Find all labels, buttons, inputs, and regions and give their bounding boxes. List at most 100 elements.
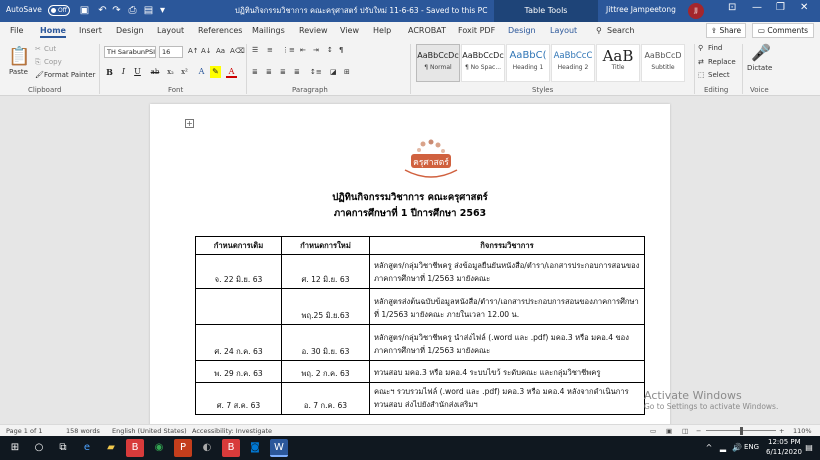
edge-icon[interactable]: e: [78, 439, 96, 457]
avatar[interactable]: JJ: [688, 3, 704, 19]
line-spacing-icon[interactable]: ↕≡: [310, 68, 322, 76]
font-size-combo[interactable]: 16: [159, 46, 183, 58]
user-name[interactable]: Jittree Jampeetong: [606, 5, 676, 14]
activity-cell[interactable]: หลักสูตร/กลุ่มวิชาชีพครู นำส่งไฟล์ (.wor…: [369, 324, 645, 361]
tab-acrobat[interactable]: ACROBAT: [408, 24, 446, 38]
select-icon[interactable]: ⬚: [698, 71, 705, 79]
replace-icon[interactable]: ⇄: [698, 58, 704, 66]
share-button[interactable]: ⇪ Share: [706, 23, 746, 38]
replace-button[interactable]: Replace: [708, 58, 736, 66]
read-mode-icon[interactable]: ▭: [650, 427, 656, 435]
cut-label[interactable]: Cut: [44, 45, 56, 53]
find-button[interactable]: Find: [708, 44, 722, 52]
old-date-cell[interactable]: จ. 22 มิ.ย. 63: [195, 254, 282, 289]
shrink-font-icon[interactable]: A↓: [201, 47, 212, 55]
new-date-cell[interactable]: ศ. 12 มิ.ย. 63: [281, 254, 370, 289]
word-count[interactable]: 158 words: [66, 427, 100, 435]
align-center-icon[interactable]: ≣: [266, 68, 272, 76]
align-right-icon[interactable]: ≣: [280, 68, 286, 76]
clock-time[interactable]: 12:05 PM: [768, 438, 801, 446]
accessibility-status[interactable]: Accessibility: Investigate: [192, 427, 272, 435]
borders-icon[interactable]: ⊞: [344, 68, 350, 76]
justify-icon[interactable]: ≣: [294, 68, 300, 76]
page-count[interactable]: Page 1 of 1: [6, 427, 42, 435]
app-p-icon[interactable]: P: [174, 439, 192, 457]
italic-button[interactable]: I: [118, 66, 129, 78]
strikethrough-button[interactable]: ab: [148, 66, 162, 78]
ribbon-display-icon[interactable]: ⊡: [728, 2, 736, 13]
shading-icon[interactable]: ◪: [330, 68, 337, 76]
comments-button[interactable]: ▭ Comments: [752, 23, 814, 38]
activity-cell[interactable]: คณะฯ รวบรวมไฟล์ (.word และ .pdf) มคอ.3 ห…: [369, 382, 645, 415]
bold-button[interactable]: B: [104, 66, 115, 78]
search-taskbar-icon[interactable]: ○: [30, 439, 48, 457]
notification-icon[interactable]: ▤: [800, 439, 818, 457]
format-painter-label[interactable]: Format Painter: [44, 71, 95, 79]
font-color-icon[interactable]: A: [226, 66, 237, 78]
zoom-in-icon[interactable]: +: [779, 427, 784, 435]
sort-icon[interactable]: ↕: [327, 46, 333, 54]
tab-references[interactable]: References: [198, 24, 242, 38]
style-heading-2[interactable]: AaBbCcC Heading 2: [551, 44, 595, 82]
old-date-cell[interactable]: ศ. 24 ก.ค. 63: [195, 324, 282, 361]
activity-cell[interactable]: หลักสูตรส่งต้นฉบับข้อมูลหนังสือ/ตำรา/เอก…: [369, 288, 645, 325]
find-icon[interactable]: ⚲: [698, 44, 703, 52]
tab-insert[interactable]: Insert: [79, 24, 102, 38]
print-layout-icon[interactable]: ▣: [666, 427, 672, 435]
font-name-combo[interactable]: TH SarabunPSI: [104, 46, 156, 58]
document-page[interactable]: + ครุศาสตร์ ปฏิทินกิจกรรมวิชาการ คณะครุศ…: [150, 104, 670, 424]
activity-cell[interactable]: ทวนสอบ มคอ.3 หรือ มคอ.4 ระบบไขว้ ระดับคณ…: [369, 360, 645, 383]
highlight-icon[interactable]: ✎: [210, 66, 221, 78]
new-date-cell[interactable]: อ. 7 ก.ค. 63: [281, 382, 370, 415]
align-left-icon[interactable]: ≣: [252, 68, 258, 76]
undo-icon[interactable]: ↶: [96, 4, 109, 17]
tab-view[interactable]: View: [340, 24, 359, 38]
superscript-button[interactable]: x²: [179, 66, 190, 78]
close-button[interactable]: ✕: [800, 2, 808, 13]
subscript-button[interactable]: x₂: [165, 66, 176, 78]
dictate-button[interactable]: Dictate: [747, 64, 772, 72]
paste-icon[interactable]: 📋: [8, 46, 30, 67]
text-effects-icon[interactable]: A: [196, 66, 207, 78]
tab-mailings[interactable]: Mailings: [252, 24, 285, 38]
redo-icon[interactable]: ↷: [110, 4, 123, 17]
new-date-cell[interactable]: พฤ.25 มิ.ย.63: [281, 288, 370, 325]
change-case-icon[interactable]: Aa: [216, 47, 225, 55]
app-b2-icon[interactable]: B: [222, 439, 240, 457]
open-icon[interactable]: ▤: [142, 4, 155, 17]
style-title[interactable]: AaB Title: [596, 44, 640, 82]
old-date-cell[interactable]: ศ. 7 ส.ค. 63: [195, 382, 282, 415]
zoom-slider-thumb[interactable]: [740, 427, 743, 435]
activity-cell[interactable]: หลักสูตร/กลุ่มวิชาชีพครู ส่งข้อมูลยืนยัน…: [369, 254, 645, 289]
format-painter-icon[interactable]: 🖌: [35, 71, 44, 79]
tab-home[interactable]: Home: [40, 24, 66, 38]
restore-button[interactable]: ❐: [776, 2, 785, 13]
autosave-toggle[interactable]: Off: [48, 5, 70, 16]
copy-icon[interactable]: ⎘: [35, 58, 41, 67]
style-heading-1[interactable]: AaBbC(Heading 1: [506, 44, 550, 82]
cut-icon[interactable]: ✂: [35, 45, 41, 53]
task-view-icon[interactable]: ⧉: [54, 439, 72, 457]
tab-design[interactable]: Design: [116, 24, 144, 38]
zoom-level[interactable]: 110%: [793, 427, 812, 435]
web-layout-icon[interactable]: ◫: [682, 427, 688, 435]
show-marks-icon[interactable]: ¶: [339, 46, 343, 54]
underline-button[interactable]: U: [132, 66, 143, 78]
clear-formatting-icon[interactable]: A⌫: [230, 47, 245, 55]
word-icon[interactable]: W: [270, 439, 288, 457]
tab-file[interactable]: File: [10, 24, 23, 38]
new-date-cell[interactable]: อ. 30 มิ.ย. 63: [281, 324, 370, 361]
old-date-cell[interactable]: [195, 288, 282, 325]
copy-label[interactable]: Copy: [44, 58, 62, 66]
numbering-icon[interactable]: ≡: [267, 46, 273, 54]
bullets-icon[interactable]: ☰: [252, 46, 258, 54]
zoom-out-icon[interactable]: −: [696, 427, 701, 435]
tab-foxit-pdf[interactable]: Foxit PDF: [458, 24, 495, 38]
grow-font-icon[interactable]: A↑: [188, 47, 199, 55]
app-icon[interactable]: ◐: [198, 439, 216, 457]
increase-indent-icon[interactable]: ⇥: [313, 46, 319, 54]
search-icon[interactable]: ⚲: [596, 24, 602, 38]
select-button[interactable]: Select: [708, 71, 730, 79]
microphone-icon[interactable]: 🎤: [751, 43, 771, 62]
header-new-date[interactable]: กำหนดการใหม่: [281, 236, 370, 255]
